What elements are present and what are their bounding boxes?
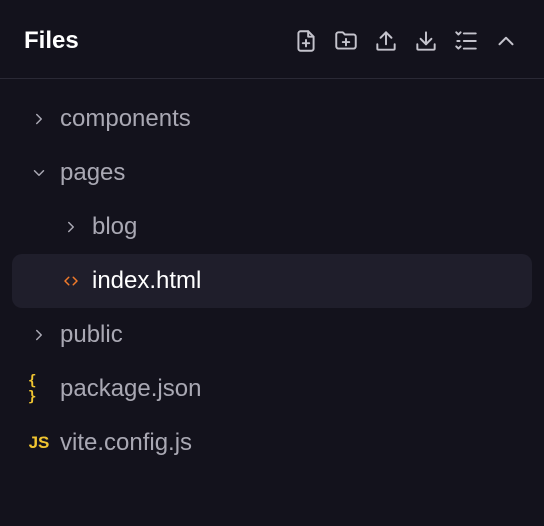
download-button[interactable] <box>410 25 442 57</box>
tree-item-public[interactable]: public <box>28 308 518 362</box>
tree-item-label: package.json <box>60 375 202 402</box>
header-toolbar <box>290 25 522 57</box>
tree-item-vite-config-js[interactable]: JS vite.config.js <box>28 416 518 470</box>
tree-item-label: vite.config.js <box>60 429 193 456</box>
panel-header: Files <box>0 0 544 79</box>
file-explorer-panel: Files components pages blog index.html p… <box>0 0 544 526</box>
new-folder-icon <box>335 31 357 50</box>
tree-item-label: components <box>60 105 191 132</box>
chevron-down-icon <box>28 162 50 184</box>
new-folder-button[interactable] <box>330 25 362 57</box>
download-icon <box>416 31 436 51</box>
new-file-icon <box>297 30 315 52</box>
tree-item-pages[interactable]: pages <box>28 146 518 200</box>
tree-item-label: blog <box>92 213 138 240</box>
new-file-button[interactable] <box>290 25 322 57</box>
tree-item-label: pages <box>60 159 126 186</box>
js-file-icon: JS <box>28 433 50 452</box>
upload-icon <box>376 31 396 51</box>
upload-button[interactable] <box>370 25 402 57</box>
tree-item-label: index.html <box>92 267 202 294</box>
tree-item-index-html[interactable]: index.html <box>12 254 532 308</box>
tree-item-label: public <box>60 321 123 348</box>
tree-item-blog[interactable]: blog <box>60 200 518 254</box>
tree-item-components[interactable]: components <box>28 92 518 146</box>
chevron-up-icon <box>498 36 514 46</box>
code-icon <box>60 270 82 292</box>
chevron-right-icon <box>60 216 82 238</box>
collapse-all-icon <box>455 31 477 50</box>
json-file-icon: { } <box>28 373 38 405</box>
collapse-panel-button[interactable] <box>490 25 522 57</box>
collapse-all-button[interactable] <box>450 25 482 57</box>
tree-item-package-json[interactable]: { } package.json <box>28 362 518 416</box>
panel-title: Files <box>24 27 79 54</box>
chevron-right-icon <box>28 108 50 130</box>
chevron-right-icon <box>28 324 50 346</box>
